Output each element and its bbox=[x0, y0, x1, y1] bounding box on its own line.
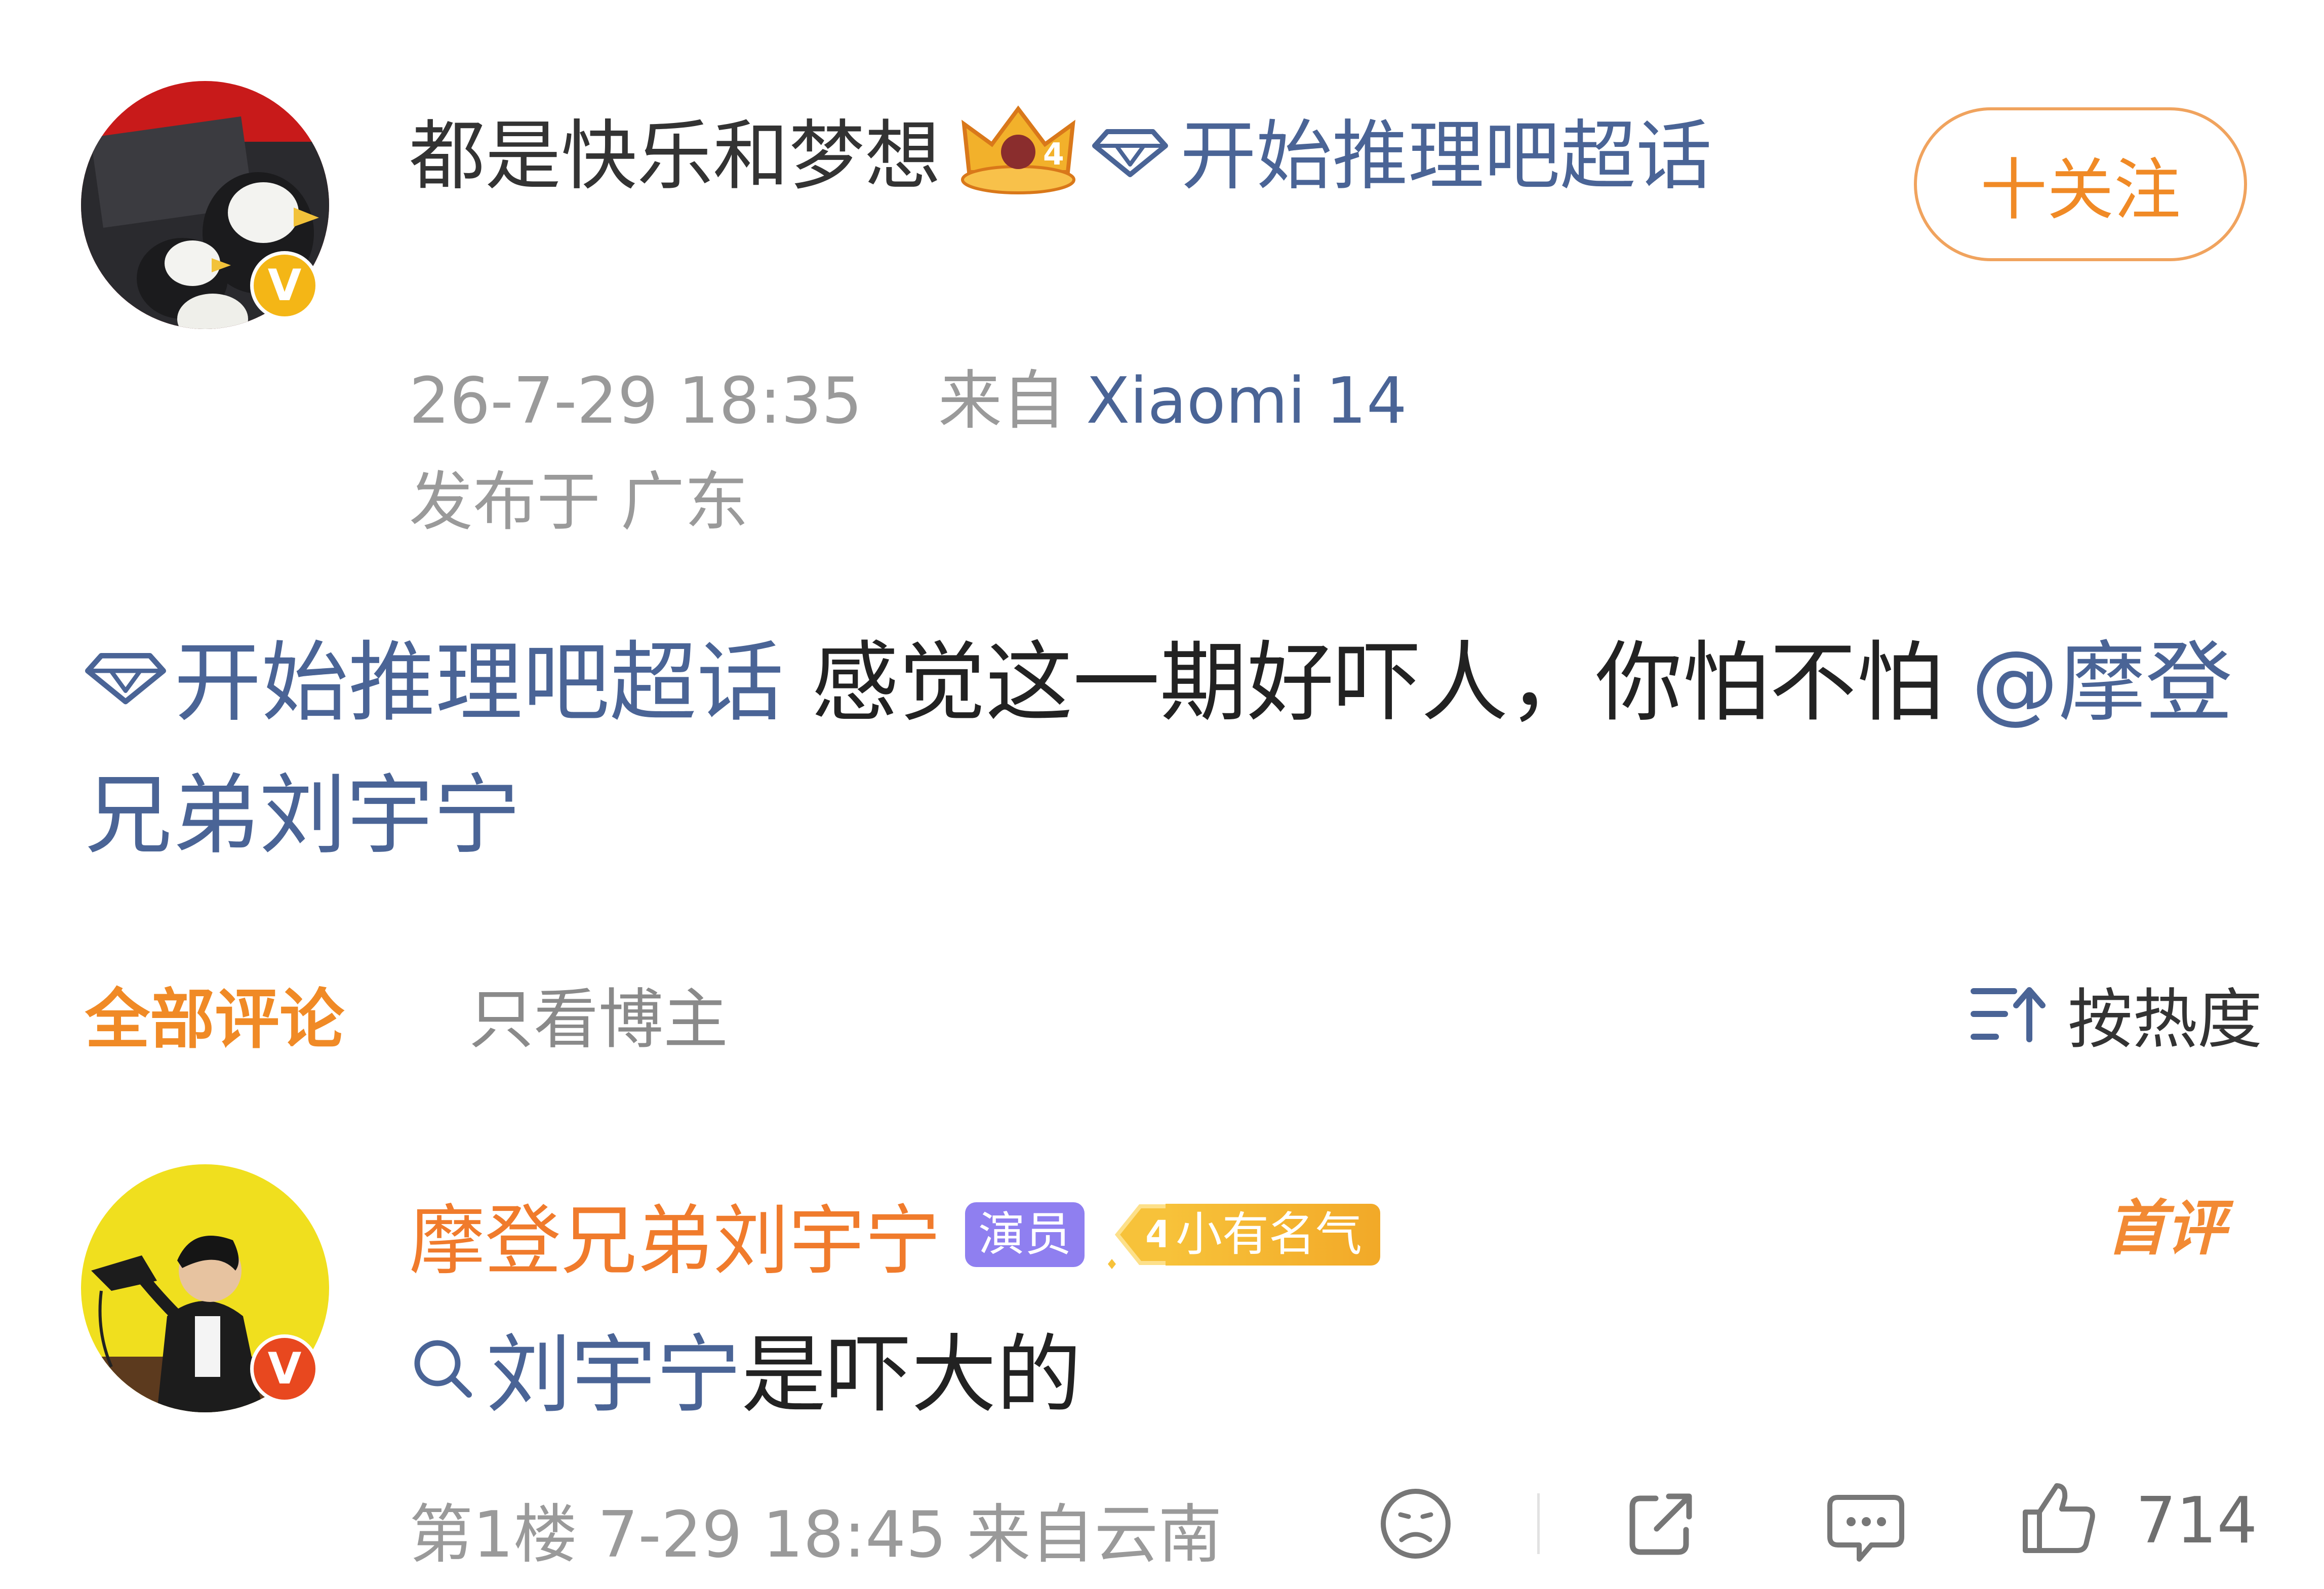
body-topic-link[interactable]: 开始推理吧超话 bbox=[174, 632, 784, 734]
like-icon[interactable] bbox=[2015, 1476, 2101, 1562]
tab-all-comments[interactable]: 全部评论 bbox=[85, 967, 344, 1061]
follow-button[interactable]: 十关注 bbox=[1914, 107, 2247, 261]
comment-floor: 第1楼 bbox=[409, 1497, 578, 1572]
post-time: 26-7-29 18:35 bbox=[409, 363, 862, 438]
comment-text: 刘宇宁 是吓大的 bbox=[409, 1306, 1081, 1429]
verified-badge: V bbox=[250, 1334, 319, 1403]
post-body: 开始推理吧超话 感觉这一期好吓人，你怕不怕 @摩登兄弟刘宇宁 bbox=[85, 617, 2257, 882]
search-keyword-link[interactable]: 刘宇宁 bbox=[486, 1306, 741, 1429]
crown-icon: 4 bbox=[961, 105, 1076, 194]
svg-text:4: 4 bbox=[1043, 137, 1064, 172]
body-text: 感觉这一期好吓人，你怕不怕 bbox=[784, 632, 1944, 734]
post-meta: 26-7-29 18:35 来自 Xiaomi 14 bbox=[409, 349, 1407, 441]
fan-level-label: 小有名气 bbox=[1166, 1203, 1381, 1266]
diamond-topic-icon bbox=[1092, 129, 1169, 177]
comment-meta: 第1楼 7-29 18:45 来自云南 bbox=[409, 1483, 1222, 1575]
author-name[interactable]: 都是快乐和梦想 bbox=[409, 112, 941, 200]
sort-by-heat-button[interactable]: 按热度 bbox=[1970, 967, 2262, 1061]
comment-source: 来自云南 bbox=[967, 1497, 1222, 1572]
role-tag: 演员 bbox=[965, 1202, 1085, 1267]
comment-filter-bar: 全部评论 只看博主 按热度 bbox=[85, 967, 2262, 1057]
verified-badge: V bbox=[250, 251, 319, 320]
follow-label: 十关注 bbox=[1980, 151, 2181, 229]
commenter-line: 摩登兄弟刘宇宁 演员 4 小有名气 bbox=[409, 1179, 1381, 1289]
post-location: 发布于 广东 bbox=[409, 465, 749, 539]
source-prefix: 来自 bbox=[938, 363, 1066, 438]
author-topic-link[interactable]: 开始推理吧超话 bbox=[1180, 112, 1712, 200]
sad-face-icon[interactable] bbox=[1375, 1483, 1456, 1564]
tab-author-only[interactable]: 只看博主 bbox=[469, 967, 728, 1061]
post-author-line: 都是快乐和梦想 4 开始推理吧超话 bbox=[409, 92, 1776, 221]
like-count: 714 bbox=[2136, 1483, 2258, 1558]
comment-body: 是吓大的 bbox=[741, 1325, 1081, 1424]
sort-icon bbox=[1970, 987, 2046, 1042]
comment-icon[interactable] bbox=[1823, 1483, 1909, 1569]
search-icon bbox=[414, 1340, 472, 1398]
first-comment-badge: 首评 bbox=[2106, 1193, 2226, 1263]
share-icon[interactable] bbox=[1620, 1483, 1701, 1564]
fan-level-badge: 4 小有名气 bbox=[1105, 1199, 1381, 1270]
sort-label: 按热度 bbox=[2067, 982, 2262, 1057]
comment-time: 7-29 18:45 bbox=[597, 1497, 947, 1572]
source-device-link[interactable]: Xiaomi 14 bbox=[1086, 363, 1407, 438]
diamond-topic-icon bbox=[85, 653, 166, 705]
commenter-name[interactable]: 摩登兄弟刘宇宁 bbox=[409, 1179, 941, 1289]
divider bbox=[1537, 1493, 1540, 1554]
